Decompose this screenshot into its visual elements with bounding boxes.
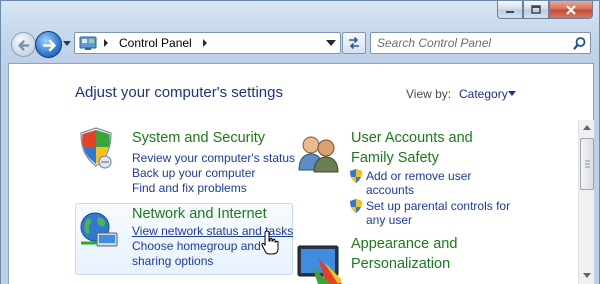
address-dropdown-icon[interactable] (326, 39, 336, 47)
accounts-link-continuation[interactable]: accounts (366, 183, 414, 197)
refresh-button[interactable] (342, 32, 366, 54)
caption-buttons (497, 1, 593, 21)
scroll-down-icon[interactable] (582, 272, 592, 280)
system-security-shield-icon (80, 127, 112, 169)
appearance-title-line2[interactable]: Personalization (351, 256, 450, 272)
hand-cursor-icon (261, 230, 279, 255)
window-frame: Control Panel Adjust your computer's set… (0, 0, 600, 284)
search-input[interactable] (377, 36, 567, 50)
appearance-title-line1[interactable]: Appearance and (351, 236, 457, 252)
add-remove-user-link[interactable]: Add or remove user (366, 169, 471, 183)
user-accounts-icon (298, 136, 339, 173)
forward-button[interactable] (35, 31, 62, 58)
search-icon[interactable] (573, 37, 586, 50)
maximize-icon (531, 5, 541, 14)
view-by-label: View by: (406, 87, 452, 101)
breadcrumb-control-panel[interactable]: Control Panel (119, 36, 192, 50)
user-accounts-title-line1[interactable]: User Accounts and (351, 130, 473, 146)
maximize-button[interactable] (523, 1, 549, 19)
page-title: Adjust your computer's settings (75, 84, 283, 101)
close-icon (566, 4, 576, 15)
minimize-button[interactable] (497, 1, 523, 19)
vertical-scrollbar[interactable] (578, 120, 594, 284)
scroll-up-icon[interactable] (582, 123, 592, 131)
recent-pages-dropdown-icon[interactable] (63, 39, 71, 47)
breadcrumb-arrow-icon[interactable] (101, 38, 111, 48)
uac-shield-icon (350, 199, 362, 213)
uac-shield-icon (350, 169, 362, 183)
view-by-dropdown-icon[interactable] (508, 91, 516, 97)
breadcrumb-arrow-icon[interactable] (200, 38, 210, 48)
close-button[interactable] (549, 1, 593, 19)
forward-arrow-icon (42, 39, 56, 52)
network-globe-icon (80, 212, 118, 247)
refresh-icon (349, 36, 359, 50)
content-pane: Adjust your computer's settings View by:… (8, 63, 594, 284)
user-accounts-title-line2[interactable]: Family Safety (351, 150, 439, 166)
view-by-dropdown[interactable]: Category (459, 87, 508, 101)
back-button[interactable] (11, 32, 36, 57)
network-internet-title[interactable]: Network and Internet (132, 206, 267, 222)
homegroup-link[interactable]: Choose homegroup and (132, 239, 261, 253)
appearance-personalization-icon (297, 245, 342, 284)
grip-icon (585, 160, 590, 168)
scroll-thumb[interactable] (580, 138, 594, 190)
address-bar[interactable]: Control Panel (74, 32, 341, 54)
find-fix-problems-link[interactable]: Find and fix problems (132, 181, 247, 195)
sharing-options-link[interactable]: sharing options (132, 254, 213, 268)
control-panel-icon (79, 36, 97, 50)
parental-controls-link[interactable]: Set up parental controls for (366, 199, 510, 213)
parental-controls-link-continuation[interactable]: any user (366, 213, 412, 227)
review-status-link[interactable]: Review your computer's status (132, 151, 295, 165)
back-arrow-icon (18, 40, 30, 51)
minimize-icon (506, 10, 514, 13)
system-security-title[interactable]: System and Security (132, 130, 265, 146)
search-box[interactable] (370, 32, 591, 54)
backup-link[interactable]: Back up your computer (132, 166, 255, 180)
